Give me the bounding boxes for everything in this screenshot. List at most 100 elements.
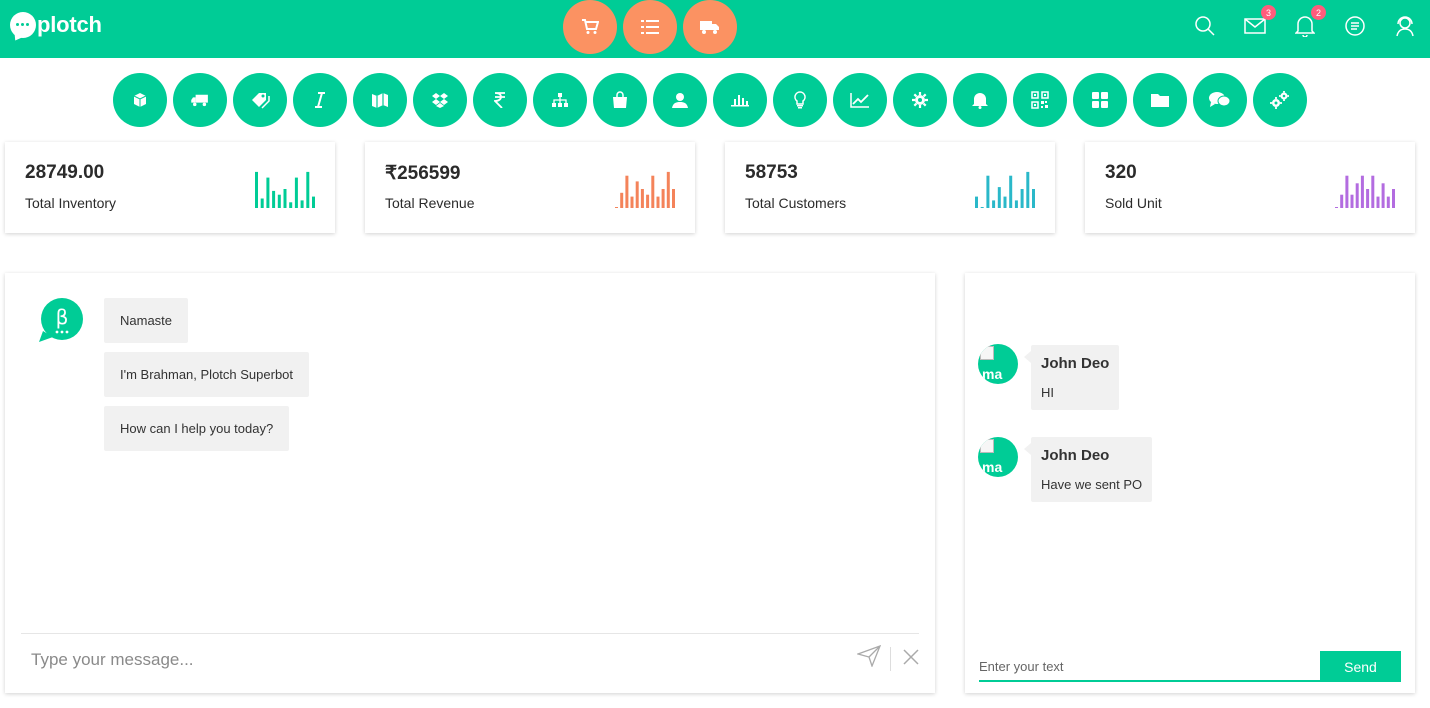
stat-label: Total Inventory	[25, 195, 117, 211]
delivery-button[interactable]	[683, 0, 737, 54]
qr-code-icon	[1031, 91, 1049, 109]
spark-bar	[646, 194, 650, 208]
mail-icon	[1244, 18, 1266, 34]
spark-bar	[656, 196, 660, 208]
superbot-avatar-icon: β	[39, 298, 83, 342]
module-text[interactable]	[293, 73, 347, 127]
spark-bar	[300, 200, 304, 208]
spark-bar	[1032, 189, 1035, 208]
sparkline-chart	[1335, 175, 1395, 208]
module-offers[interactable]	[233, 73, 287, 127]
spark-bar	[1009, 175, 1013, 208]
shopping-bag-icon	[613, 91, 627, 108]
search-icon	[1195, 16, 1215, 36]
bot-message: I'm Brahman, Plotch Superbot	[104, 352, 310, 397]
spark-bar	[1392, 189, 1395, 208]
mail-button[interactable]: 3	[1244, 5, 1276, 38]
team-chat-panel: ma John Deo HI ma John Deo Have we sent …	[965, 273, 1415, 693]
spark-bar	[1020, 189, 1024, 208]
stat-value: 320	[1105, 162, 1137, 183]
box-icon	[133, 93, 147, 107]
send-button[interactable]: Send	[1320, 651, 1401, 682]
module-files[interactable]	[1133, 73, 1187, 127]
orders-list-button[interactable]	[623, 0, 677, 54]
mail-badge: 3	[1261, 5, 1276, 20]
module-users[interactable]	[653, 73, 707, 127]
module-products[interactable]	[113, 73, 167, 127]
support-icon	[1396, 16, 1414, 37]
avatar: ma	[978, 437, 1018, 477]
spark-bar	[1371, 175, 1375, 208]
spark-bar	[294, 177, 298, 208]
module-map[interactable]	[353, 73, 407, 127]
broken-image-icon	[980, 439, 994, 453]
sitemap-icon	[552, 93, 568, 107]
support-button[interactable]	[1394, 14, 1416, 38]
notification-button[interactable]: 2	[1294, 5, 1326, 38]
module-organization[interactable]	[533, 73, 587, 127]
spark-bar	[986, 175, 990, 208]
spark-bar	[1003, 196, 1007, 208]
stat-value: 28749.00	[25, 162, 105, 183]
module-ideas[interactable]	[773, 73, 827, 127]
spark-bar	[651, 175, 655, 208]
spark-bar	[1026, 171, 1030, 208]
module-storage[interactable]	[413, 73, 467, 127]
bot-message: Namaste	[104, 298, 189, 343]
sparkline-chart	[975, 171, 1035, 208]
spark-bar	[975, 196, 978, 208]
bulb-icon	[794, 91, 806, 109]
spark-bar	[255, 171, 258, 208]
sparkline-chart	[615, 171, 675, 208]
map-icon	[372, 93, 388, 108]
spark-bar	[1345, 175, 1349, 208]
module-settings[interactable]	[893, 73, 947, 127]
user-message: John Deo Have we sent PO	[1023, 437, 1153, 502]
italic-icon	[315, 92, 325, 108]
stat-card-sold-units: 320 Sold Unit	[1085, 142, 1415, 233]
search-button[interactable]	[1194, 14, 1216, 38]
module-configuration[interactable]	[1253, 73, 1307, 127]
spark-bar	[661, 189, 665, 208]
close-icon[interactable]	[903, 649, 919, 665]
line-chart-icon	[850, 93, 869, 108]
cogs-icon	[1270, 91, 1289, 109]
module-reports[interactable]	[713, 73, 767, 127]
messages-button[interactable]	[1344, 14, 1366, 38]
stat-value: 58753	[745, 162, 798, 183]
stat-card-revenue: ₹256599 Total Revenue	[365, 142, 695, 233]
send-icon[interactable]	[857, 645, 881, 667]
gear-icon	[912, 92, 928, 108]
module-alerts[interactable]	[953, 73, 1007, 127]
spark-bar	[672, 189, 675, 208]
spark-bar	[1386, 196, 1390, 208]
grid-icon	[1092, 92, 1108, 108]
stat-card-inventory: 28749.00 Total Inventory	[5, 142, 335, 233]
spark-bar	[997, 187, 1001, 208]
module-qr-code[interactable]	[1013, 73, 1067, 127]
spark-bar	[266, 177, 270, 208]
spark-bar	[1355, 183, 1359, 208]
rupee-icon	[494, 92, 505, 108]
logo-chat-bubble-icon	[10, 12, 36, 38]
spark-bar	[1381, 183, 1385, 208]
module-payments[interactable]	[473, 73, 527, 127]
cart-button[interactable]	[563, 0, 617, 54]
spark-bar	[1350, 194, 1354, 208]
chat-text-input[interactable]: Enter your text	[979, 659, 1064, 674]
cart-icon	[582, 19, 599, 34]
spark-bar	[277, 194, 281, 208]
module-shipping[interactable]	[173, 73, 227, 127]
module-analytics[interactable]	[833, 73, 887, 127]
message-input[interactable]: Type your message...	[31, 650, 194, 670]
module-shop[interactable]	[593, 73, 647, 127]
module-chat[interactable]	[1193, 73, 1247, 127]
plotch-logo[interactable]: plotch	[10, 12, 102, 38]
truck-icon	[700, 21, 719, 34]
spark-bar	[630, 196, 634, 208]
sparkline-chart	[255, 171, 315, 208]
bell-icon	[972, 93, 988, 109]
module-dashboard[interactable]	[1073, 73, 1127, 127]
tag-icon	[252, 93, 270, 109]
broken-image-icon	[980, 346, 994, 360]
